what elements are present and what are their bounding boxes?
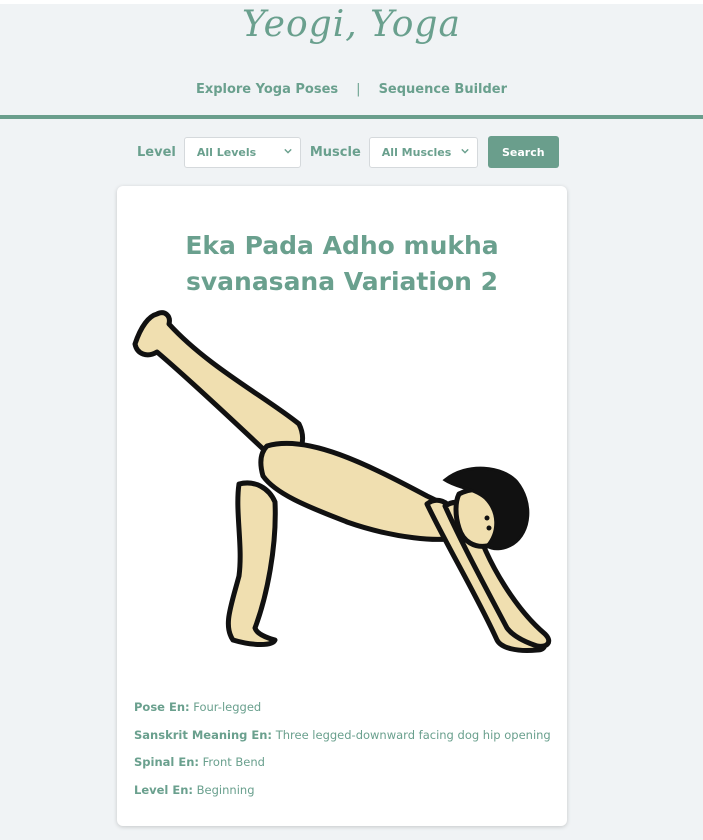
muscle-label: Muscle bbox=[309, 144, 361, 160]
detail-value: Three legged-downward facing dog hip ope… bbox=[275, 727, 551, 742]
site-logo[interactable]: Yeogi, Yoga bbox=[0, 4, 703, 45]
chevron-down-icon bbox=[284, 148, 292, 154]
search-button[interactable]: Search bbox=[487, 136, 559, 168]
chevron-down-icon bbox=[461, 148, 469, 154]
pose-card: Eka Pada Adho mukha svanasana Variation … bbox=[117, 186, 567, 826]
detail-row-level: Level En: Beginning bbox=[134, 783, 551, 811]
detail-row-sanskrit-meaning: Sanskrit Meaning En: Three legged-downwa… bbox=[134, 728, 551, 756]
nav-sequence-builder[interactable]: Sequence Builder bbox=[379, 82, 507, 97]
detail-row-pose: Pose En: Four-legged bbox=[134, 700, 551, 728]
detail-value: Beginning bbox=[196, 782, 255, 797]
detail-key: Spinal En: bbox=[134, 755, 199, 769]
main-nav: Explore Yoga Poses | Sequence Builder bbox=[0, 82, 703, 97]
filter-bar: Level All Levels Muscle All Muscles Sear… bbox=[137, 136, 559, 168]
detail-value: Four-legged bbox=[193, 700, 262, 714]
muscle-select[interactable]: All Muscles bbox=[368, 136, 478, 168]
header-divider bbox=[0, 115, 703, 119]
level-select[interactable]: All Levels bbox=[183, 136, 301, 168]
detail-key: Sanskrit Meaning En: bbox=[134, 727, 273, 742]
detail-key: Pose En: bbox=[134, 700, 190, 714]
pose-illustration bbox=[132, 310, 552, 653]
pose-details: Pose En: Four-legged Sanskrit Meaning En… bbox=[134, 700, 551, 810]
nav-explore-yoga-poses[interactable]: Explore Yoga Poses bbox=[196, 82, 338, 97]
level-label: Level bbox=[137, 144, 176, 160]
nav-separator: | bbox=[356, 82, 361, 97]
site-header: Yeogi, Yoga Explore Yoga Poses | Sequence … bbox=[0, 0, 703, 115]
level-select-value: All Levels bbox=[196, 145, 257, 159]
muscle-select-value: All Muscles bbox=[381, 145, 452, 159]
pose-title: Eka Pada Adho mukha svanasana Variation … bbox=[185, 231, 499, 296]
detail-key: Level En: bbox=[134, 782, 194, 797]
detail-row-spinal: Spinal En: Front Bend bbox=[134, 755, 551, 783]
detail-value: Front Bend bbox=[202, 755, 265, 769]
